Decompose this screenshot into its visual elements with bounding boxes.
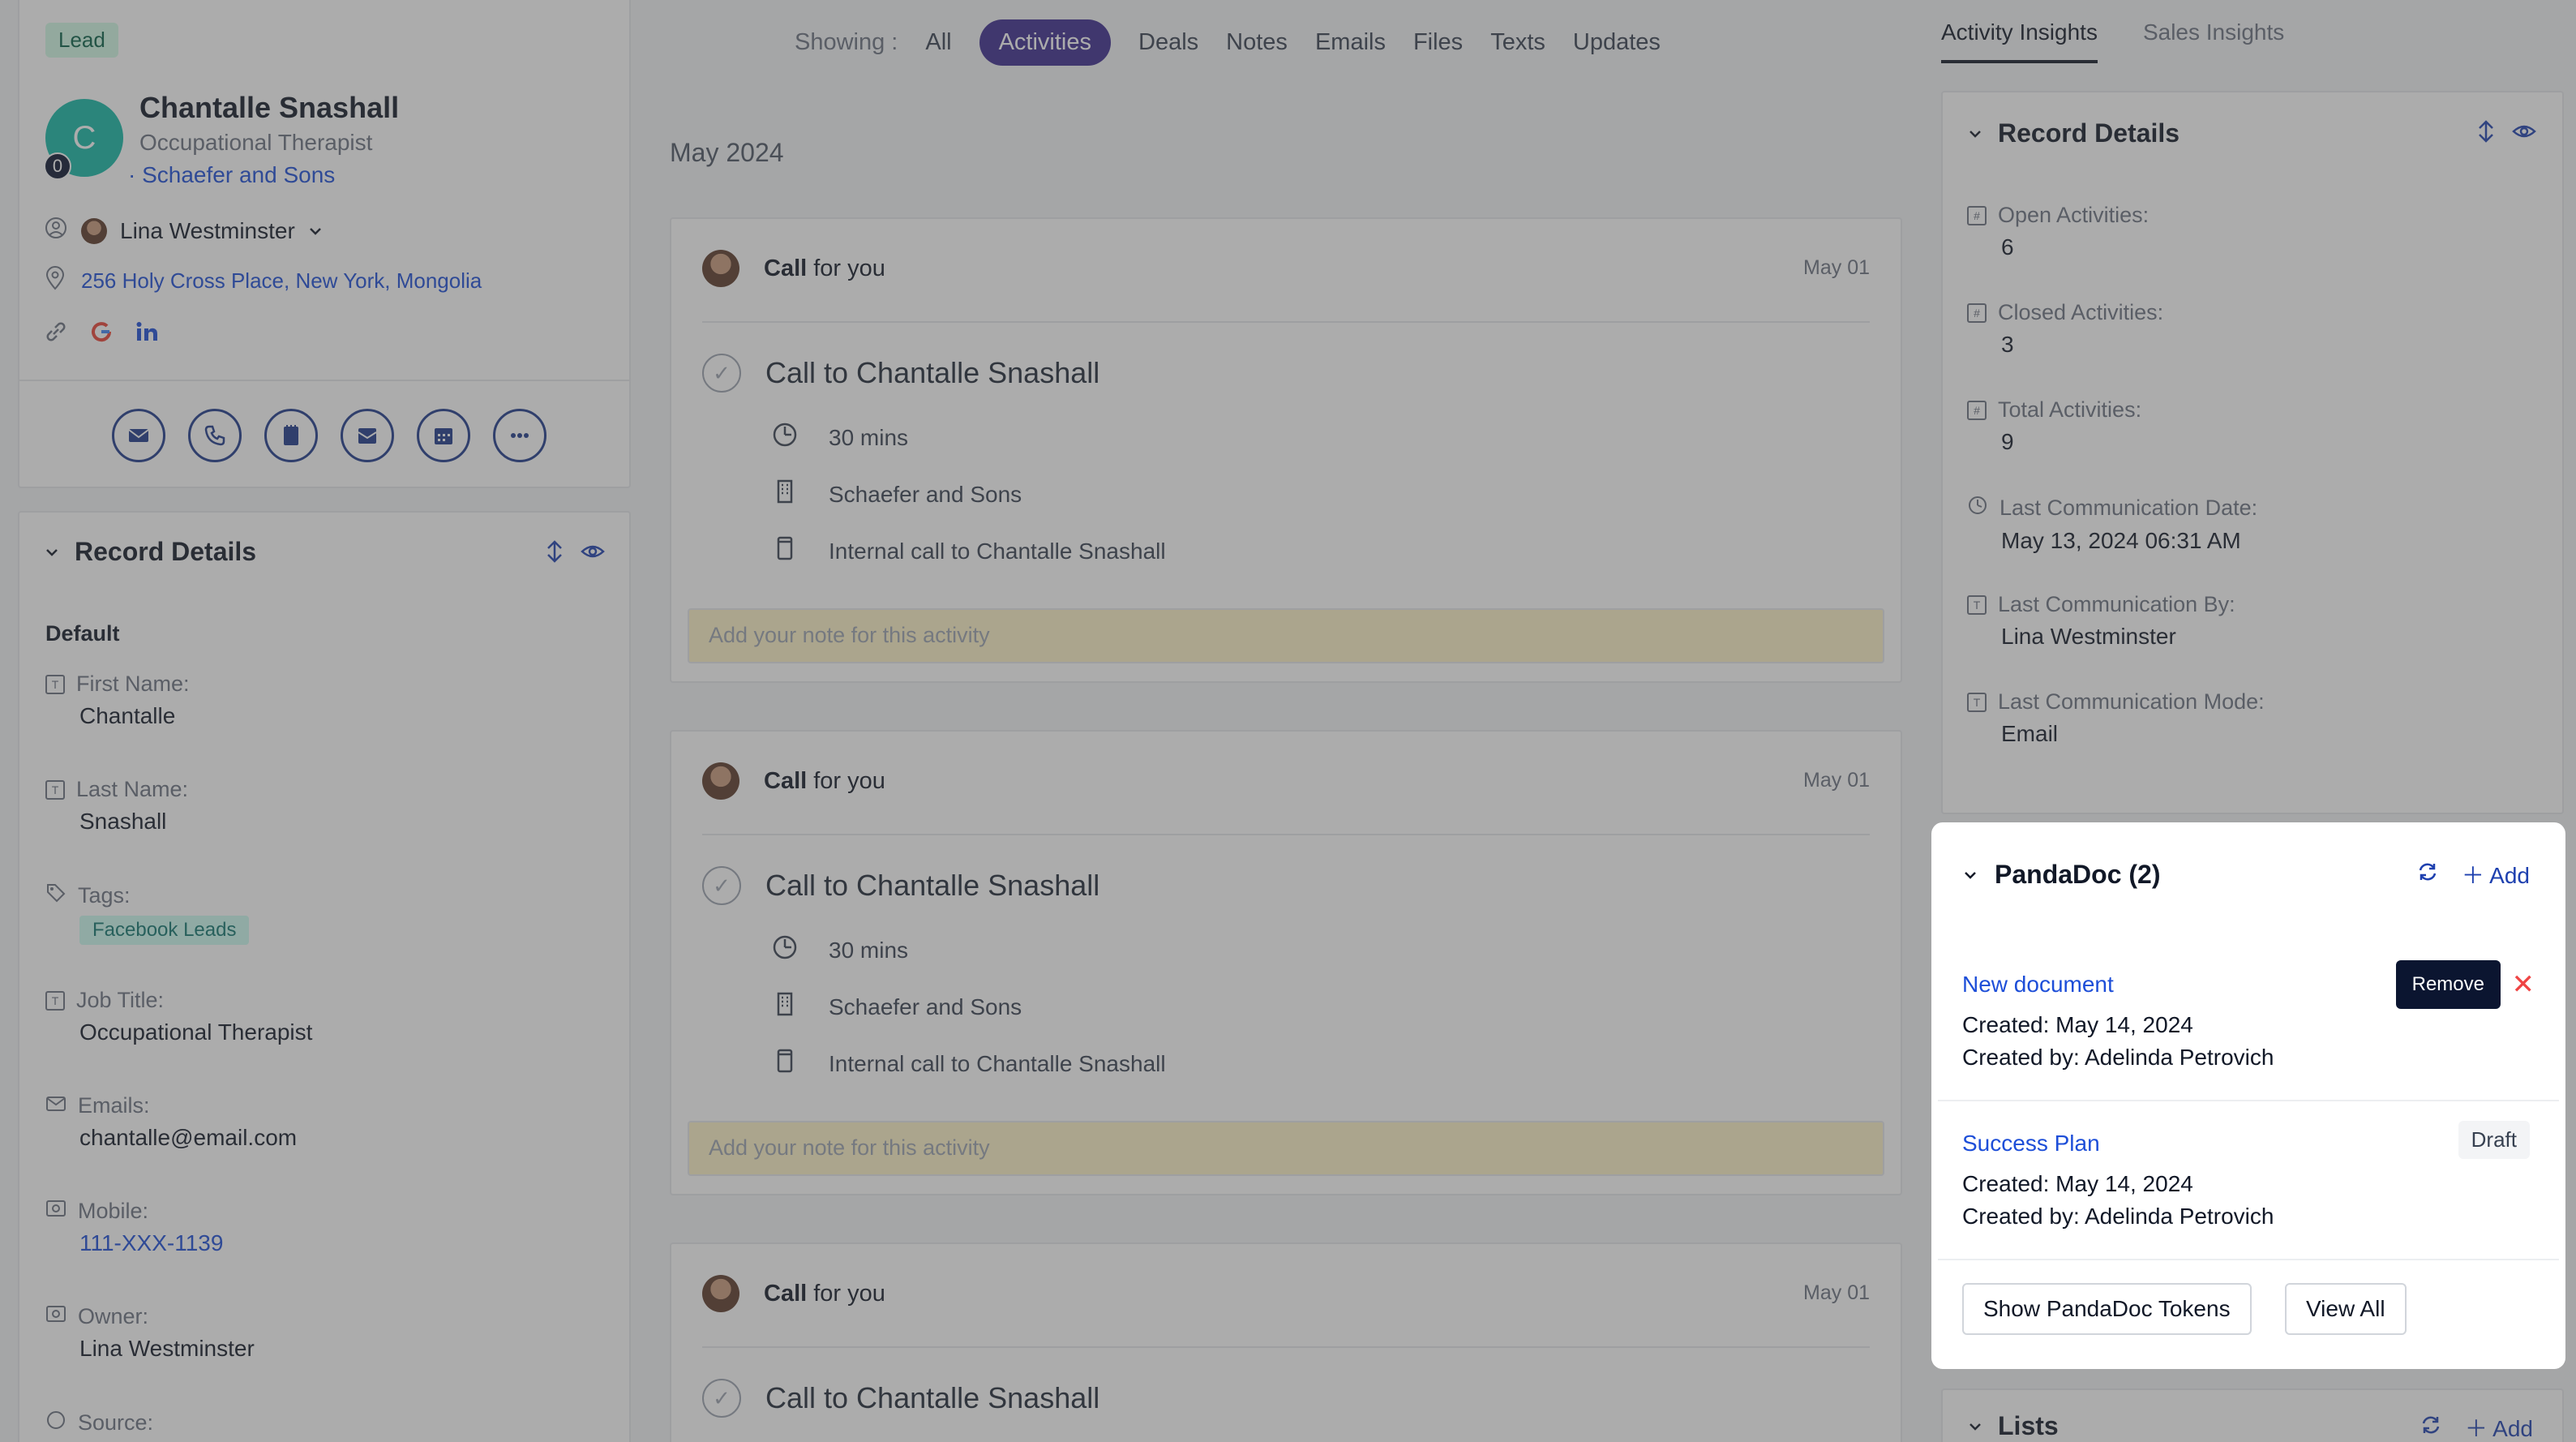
view-all-button[interactable]: View All bbox=[2285, 1283, 2407, 1335]
remove-document-button[interactable]: Remove bbox=[2395, 960, 2501, 1009]
pandadoc-add-button[interactable]: ＋ Add bbox=[2462, 858, 2530, 891]
document-created-date: Created: May 14, 2024 bbox=[1962, 1012, 2193, 1037]
refresh-icon[interactable] bbox=[2416, 860, 2439, 889]
close-icon[interactable]: ✕ bbox=[2512, 968, 2535, 1001]
document-created-date: Created: May 14, 2024 bbox=[1962, 1171, 2193, 1196]
document-created-by: Created by: Adelinda Petrovich bbox=[1962, 1204, 2274, 1229]
document-status-badge: Draft bbox=[2458, 1121, 2530, 1159]
pandadoc-header[interactable]: PandaDoc (2) bbox=[1962, 860, 2160, 890]
chevron-down-icon bbox=[1962, 860, 1978, 890]
plus-icon: ＋ bbox=[2461, 863, 2484, 888]
pandadoc-title: PandaDoc (2) bbox=[1995, 860, 2161, 889]
document-name-link[interactable]: Success Plan bbox=[1962, 1131, 2535, 1157]
document-created-by: Created by: Adelinda Petrovich bbox=[1962, 1045, 2274, 1070]
show-pandadoc-tokens-button[interactable]: Show PandaDoc Tokens bbox=[1962, 1283, 2252, 1335]
pandadoc-card: PandaDoc (2) ＋ Add New document Created:… bbox=[1938, 829, 2559, 1363]
pandadoc-document-item: Success Plan Created: May 14, 2024 Creat… bbox=[1962, 1131, 2535, 1233]
